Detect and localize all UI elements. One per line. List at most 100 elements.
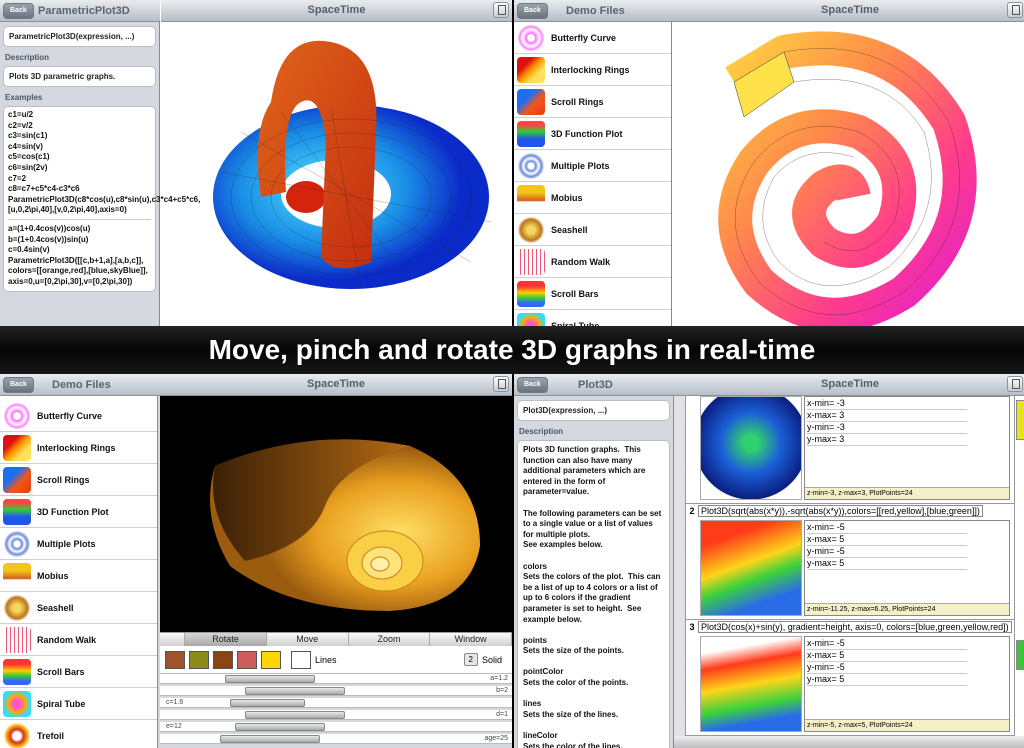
nav-bar: Back Plot3D [514, 374, 674, 396]
plot-thumbnail[interactable] [700, 396, 802, 500]
list-item[interactable]: Scroll Rings [0, 464, 157, 496]
list-item[interactable]: Seashell [514, 214, 671, 246]
demo-thumbnail-icon [3, 594, 31, 621]
parameter-slider[interactable]: c=1.6 [160, 698, 512, 708]
command-line[interactable]: 2 Plot3D(sqrt(abs(x*y)),-sqrt(abs(x*y)),c… [686, 504, 1014, 518]
list-item[interactable]: Butterfly Curve [514, 22, 671, 54]
signature-box: Plot3D(expression, ...) [517, 400, 670, 421]
edit-icon[interactable] [1007, 376, 1023, 392]
color-swatch[interactable] [165, 650, 185, 669]
solid-count[interactable]: 2 [463, 653, 478, 666]
range-box: x-min= -5 x-max= 5 y-min= -5 y-max= 5 z-min=… [804, 636, 1010, 732]
command-line[interactable]: 3 Plot3D(cos(x)+sin(y), gradient=height, … [686, 620, 1014, 634]
slider-thumb[interactable] [230, 699, 305, 707]
list-item[interactable]: Interlocking Rings [0, 432, 157, 464]
back-button[interactable]: Back [517, 377, 548, 393]
scroll-thumb[interactable] [1016, 400, 1024, 440]
list-item[interactable]: Mobius [0, 560, 157, 592]
demo-list: Butterfly Curve Interlocking Rings Scroll … [0, 396, 158, 748]
nav-title: SpaceTime [821, 378, 879, 390]
plot-thumbnail[interactable] [700, 636, 802, 732]
list-item[interactable]: Mobius [514, 182, 671, 214]
list-item[interactable]: Scroll Rings [514, 86, 671, 118]
range-value[interactable]: y-max= 3 [807, 433, 967, 446]
list-item[interactable]: Spiral Tube [514, 310, 671, 326]
range-box: x-min= -3 x-max= 3 y-min= -3 y-max= 3 z-min=… [804, 396, 1010, 500]
parameter-slider[interactable]: d=1 [160, 710, 512, 720]
parameter-slider[interactable]: b=2 [160, 686, 512, 696]
list-item-label: Random Walk [37, 634, 97, 645]
list-item-label: Scroll Bars [37, 666, 85, 677]
lines-checkbox[interactable] [291, 650, 311, 669]
result-row[interactable]: 2 Plot3D(sqrt(abs(x*y)),-sqrt(abs(x*y)),c… [686, 504, 1014, 620]
graph-canvas[interactable] [160, 396, 512, 632]
back-button[interactable]: Back [3, 3, 34, 19]
color-swatch[interactable] [213, 650, 233, 669]
scrollbar[interactable] [1014, 396, 1024, 736]
examples-box: c1=u/2 c2=v/2 c3=sin(c1) c4=sin(v) c5=co… [3, 106, 200, 292]
example-code[interactable]: a=(1+0.4cos(v))cos(u) b=(1+0.4cos(v))sin… [8, 224, 151, 288]
list-item[interactable]: Scroll Bars [514, 278, 671, 310]
tab-zoom[interactable]: Zoom [349, 633, 431, 646]
command-text[interactable]: Plot3D(cos(x)+sin(y), gradient=height, a… [698, 621, 1012, 633]
slider-thumb[interactable] [245, 687, 345, 695]
list-item[interactable]: Random Walk [514, 246, 671, 278]
demo-thumbnail-icon [3, 434, 31, 461]
list-item[interactable]: Random Walk [0, 624, 157, 656]
slider-thumb[interactable] [245, 711, 345, 719]
solid-label: Solid [481, 654, 502, 665]
graph-canvas[interactable] [161, 22, 512, 326]
tab-move[interactable]: Move [267, 633, 349, 646]
back-button[interactable]: Back [517, 3, 548, 19]
nav-bar: Back Demo Files [514, 0, 674, 22]
demo-thumbnail-icon [517, 88, 545, 115]
scroll-gutter[interactable] [674, 396, 686, 736]
example-code[interactable]: c1=u/2 c2=v/2 c3=sin(c1) c4=sin(v) c5=co… [8, 110, 200, 220]
list-item[interactable]: Spiral Tube [0, 688, 157, 720]
tab-window[interactable]: Window [430, 633, 512, 646]
demo-thumbnail-icon [517, 24, 545, 51]
list-item[interactable]: Multiple Plots [0, 528, 157, 560]
nav-bar-canvas: SpaceTime [160, 374, 512, 396]
edit-icon[interactable] [493, 2, 509, 18]
desc-box: Plots 3D parametric graphs. [3, 66, 156, 87]
range-value[interactable]: y-max= 5 [807, 673, 967, 686]
color-swatch[interactable] [189, 650, 209, 669]
list-item[interactable]: 3D Function Plot [514, 118, 671, 150]
list-item-label: Spiral Tube [37, 698, 86, 709]
list-item[interactable]: Scroll Bars [0, 656, 157, 688]
demo-thumbnail-icon [3, 626, 31, 653]
parameter-slider[interactable]: age=25 [160, 734, 512, 744]
demo-thumbnail-icon [517, 248, 545, 275]
list-item[interactable]: Butterfly Curve [0, 400, 157, 432]
list-item[interactable]: Trefoil [0, 720, 157, 748]
list-item-label: Scroll Rings [551, 96, 604, 107]
demo-thumbnail-icon [3, 562, 31, 589]
demo-thumbnail-icon [3, 530, 31, 557]
back-button[interactable]: Back [3, 377, 34, 393]
plot-thumbnail[interactable] [700, 520, 802, 616]
command-text[interactable]: Plot3D(sqrt(abs(x*y)),-sqrt(abs(x*y)),co… [698, 505, 983, 517]
list-item[interactable]: Interlocking Rings [514, 54, 671, 86]
slider-thumb[interactable] [220, 735, 320, 743]
result-row[interactable]: x-min= -3 x-max= 3 y-min= -3 y-max= 3 z-min=… [686, 396, 1014, 504]
color-swatch[interactable] [237, 650, 257, 669]
mode-tabs: Rotate Move Zoom Window [160, 632, 512, 646]
edit-icon[interactable] [493, 376, 509, 392]
list-item[interactable]: Seashell [0, 592, 157, 624]
graph-canvas[interactable] [674, 22, 1024, 326]
slider-thumb[interactable] [235, 723, 325, 731]
tab-rotate[interactable]: Rotate [185, 633, 267, 646]
result-row[interactable]: 3 Plot3D(cos(x)+sin(y), gradient=height, … [686, 620, 1014, 736]
parameter-slider[interactable]: e=12 [160, 722, 512, 732]
list-item[interactable]: Multiple Plots [514, 150, 671, 182]
edit-icon[interactable] [1007, 2, 1023, 18]
parameter-slider[interactable]: a=1.2 [160, 674, 512, 684]
nav-bar-canvas: SpaceTime [161, 0, 512, 22]
color-swatch[interactable] [261, 650, 281, 669]
lines-label: Lines [315, 654, 337, 665]
slider-thumb[interactable] [225, 675, 315, 683]
range-value[interactable]: y-max= 5 [807, 557, 967, 570]
list-item-label: Mobius [37, 570, 69, 581]
list-item[interactable]: 3D Function Plot [0, 496, 157, 528]
